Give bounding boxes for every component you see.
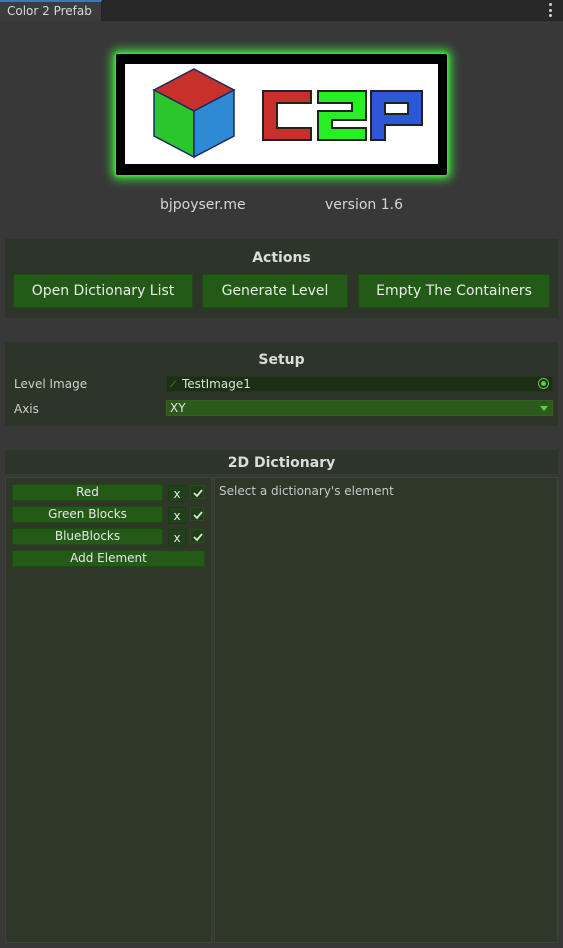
dictionary-header: 2D Dictionary	[5, 450, 558, 474]
remove-element-button[interactable]: x	[168, 529, 186, 546]
kebab-menu-icon[interactable]	[549, 3, 553, 17]
list-item[interactable]: Red	[12, 484, 163, 501]
check-icon	[193, 489, 203, 498]
chevron-down-icon	[540, 406, 548, 411]
check-icon	[193, 533, 203, 542]
list-item[interactable]: Green Blocks	[12, 506, 163, 523]
axis-value: XY	[170, 401, 186, 415]
check-icon	[193, 511, 203, 520]
object-picker-icon[interactable]	[538, 378, 549, 389]
level-image-label: Level Image	[14, 377, 88, 391]
logo-image	[125, 64, 438, 164]
c2p-logo-icon	[152, 68, 423, 159]
enable-checkbox[interactable]	[190, 485, 204, 499]
empty-containers-button[interactable]: Empty The Containers	[358, 274, 550, 308]
level-image-field[interactable]: ⟋ TestImage1	[166, 376, 553, 392]
remove-element-button[interactable]: x	[168, 507, 186, 524]
texture-icon: ⟋	[170, 380, 177, 390]
axis-label: Axis	[14, 402, 39, 416]
actions-panel: Actions Open Dictionary List Generate Le…	[5, 239, 558, 318]
tab-bar: Color 2 Prefab	[0, 0, 563, 21]
setup-title: Setup	[258, 352, 305, 368]
axis-dropdown[interactable]: XY	[166, 400, 553, 416]
tab-color-2-prefab[interactable]: Color 2 Prefab	[0, 0, 102, 21]
enable-checkbox[interactable]	[190, 507, 204, 521]
version-label: version 1.6	[325, 197, 403, 213]
remove-element-button[interactable]: x	[168, 485, 186, 502]
enable-checkbox[interactable]	[190, 529, 204, 543]
setup-panel: Setup Level Image ⟋ TestImage1 Axis XY	[5, 342, 558, 426]
generate-level-button[interactable]: Generate Level	[202, 274, 348, 308]
dictionary-title: 2D Dictionary	[227, 455, 336, 471]
dictionary-detail-pane: Select a dictionary's element	[214, 477, 558, 943]
dictionary-list-pane: Red x Green Blocks x BlueBlocks x Add El…	[5, 477, 212, 943]
add-element-button[interactable]: Add Element	[12, 550, 205, 567]
detail-hint: Select a dictionary's element	[219, 484, 394, 498]
open-dictionary-list-button[interactable]: Open Dictionary List	[13, 274, 193, 308]
actions-title: Actions	[252, 250, 311, 266]
level-image-value: TestImage1	[182, 377, 251, 391]
author-site: bjpoyser.me	[160, 197, 246, 213]
tab-title: Color 2 Prefab	[7, 4, 92, 18]
list-item[interactable]: BlueBlocks	[12, 528, 163, 545]
logo-banner	[116, 54, 447, 175]
